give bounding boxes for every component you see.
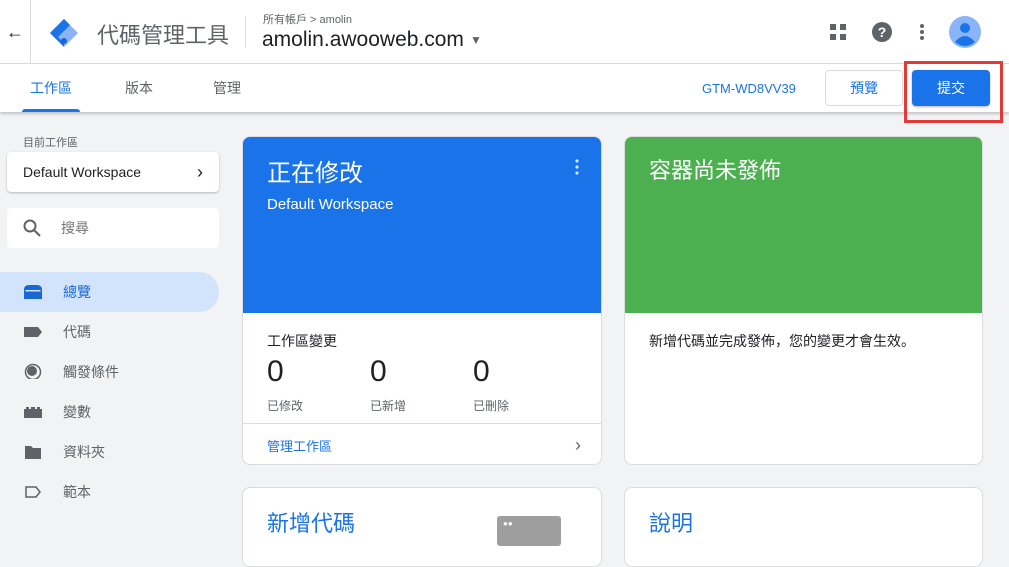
sub-navigation: 工作區 版本 管理 GTM-WD8VV39 預覽 提交	[0, 64, 1009, 112]
overview-icon	[24, 285, 42, 299]
tag-icon	[24, 327, 42, 337]
folder-icon	[25, 446, 41, 459]
sidebar-item-label: 變數	[63, 404, 91, 420]
new-tag-card[interactable]: 新增代碼 ●●	[242, 487, 602, 567]
trigger-icon	[24, 363, 42, 379]
card-subtitle: Default Workspace	[267, 196, 394, 213]
current-workspace-label: 目前工作區	[23, 137, 78, 149]
highlight-annotation	[904, 61, 1003, 123]
avatar[interactable]	[949, 16, 981, 48]
more-button[interactable]	[912, 16, 932, 48]
breadcrumb[interactable]: 所有帳戶 > amolin	[263, 11, 352, 27]
unpublished-header: 容器尚未發佈	[625, 137, 982, 313]
caret-down-icon: ▼	[469, 33, 482, 48]
modified-count: 0	[267, 355, 284, 388]
workspace-changes-card: 正在修改 Default Workspace 工作區變更 0 已修改 0 已新增…	[242, 136, 602, 465]
more-vert-icon[interactable]	[575, 159, 579, 175]
more-vert-icon	[920, 24, 924, 40]
svg-text:?: ?	[878, 24, 887, 40]
tab-workspace[interactable]: 工作區	[22, 64, 80, 112]
container-id[interactable]: GTM-WD8VV39	[702, 81, 796, 96]
account-name: amolin.awooweb.com	[262, 28, 464, 51]
back-button[interactable]: ←	[0, 0, 31, 64]
search-input[interactable]	[61, 220, 201, 236]
search-box[interactable]	[7, 208, 219, 248]
sidebar-item-label: 代碼	[63, 324, 91, 340]
user-avatar-icon	[949, 16, 981, 48]
added-label: 已新增	[370, 399, 407, 413]
workspace-selector[interactable]: Default Workspace ›	[7, 152, 219, 192]
tab-admin[interactable]: 管理	[206, 64, 248, 112]
apps-grid-icon	[830, 24, 846, 40]
sidebar-item-variables[interactable]: 變數	[0, 392, 219, 432]
card-body: 新增代碼並完成發佈，您的變更才會生效。	[649, 333, 915, 349]
preview-button[interactable]: 預覽	[825, 70, 903, 106]
card-title: 正在修改	[267, 160, 363, 187]
app-header: ← 代碼管理工具 所有帳戶 > amolin amolin.awooweb.co…	[0, 0, 1009, 64]
sidebar-item-label: 範本	[63, 484, 91, 500]
gtm-logo	[50, 19, 78, 47]
link-label: 管理工作區	[267, 438, 333, 454]
divider	[245, 16, 246, 48]
variable-icon	[24, 407, 42, 418]
sidebar-item-overview[interactable]: 總覽	[0, 272, 219, 312]
deleted-count: 0	[473, 355, 490, 388]
help-button[interactable]: ?	[870, 16, 894, 48]
deleted-label: 已刪除	[473, 399, 510, 413]
tab-versions[interactable]: 版本	[118, 64, 160, 112]
sidebar-item-triggers[interactable]: 觸發條件	[0, 352, 219, 392]
modified-label: 已修改	[267, 399, 304, 413]
sidebar-item-label: 總覽	[63, 284, 91, 300]
apps-button[interactable]	[826, 16, 850, 48]
editing-header: 正在修改 Default Workspace	[243, 137, 601, 313]
template-icon	[25, 486, 41, 498]
sidebar-item-label: 觸發條件	[63, 364, 119, 380]
sidebar-item-templates[interactable]: 範本	[0, 472, 219, 512]
added-count: 0	[370, 355, 387, 388]
app-title: 代碼管理工具	[97, 23, 230, 48]
chevron-right-icon: ›	[575, 434, 581, 455]
help-icon: ?	[872, 22, 892, 42]
sidebar-item-label: 資料夾	[63, 444, 105, 460]
publish-status-card: 容器尚未發佈 新增代碼並完成發佈，您的變更才會生效。	[624, 136, 983, 465]
manage-workspaces-link[interactable]: 管理工作區 ›	[243, 424, 601, 464]
card-title: 新增代碼	[267, 511, 356, 536]
chevron-right-icon: ›	[197, 161, 203, 182]
workspace-name: Default Workspace	[23, 164, 142, 180]
tag-illustration-icon: ●●	[497, 516, 561, 546]
search-icon	[23, 219, 41, 237]
card-title: 容器尚未發佈	[649, 158, 782, 183]
help-card[interactable]: 說明	[624, 487, 983, 567]
arrow-left-icon: ←	[6, 21, 24, 42]
changes-title: 工作區變更	[267, 333, 337, 349]
sidebar-item-folders[interactable]: 資料夾	[0, 432, 219, 472]
card-title: 說明	[649, 511, 694, 536]
sidebar-item-tags[interactable]: 代碼	[0, 312, 219, 352]
account-selector[interactable]: amolin.awooweb.com ▼	[262, 28, 482, 52]
